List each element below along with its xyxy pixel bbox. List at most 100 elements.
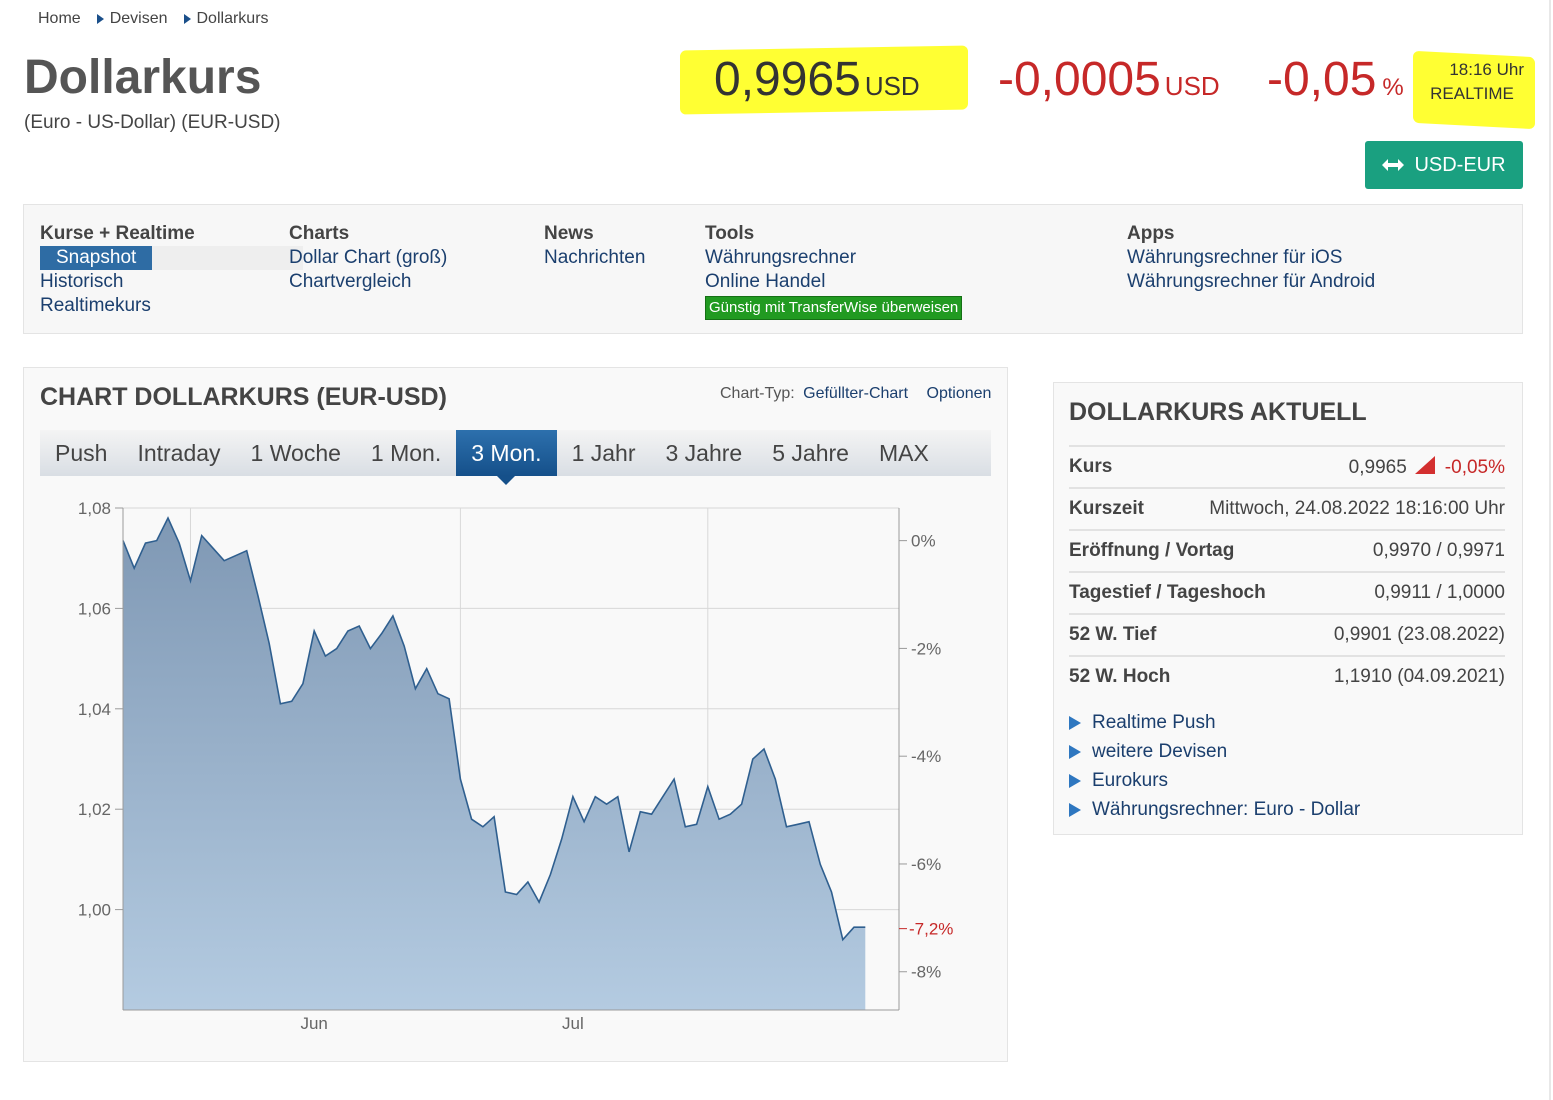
tab-5-jahre[interactable]: 5 Jahre [757, 430, 864, 476]
tab-1-woche[interactable]: 1 Woche [236, 430, 356, 476]
table-row: Kurszeit Mittwoch, 24.08.2022 18:16:00 U… [1069, 487, 1505, 529]
current-price: 0,9965 USD [714, 52, 920, 107]
table-row: 52 W. Hoch 1,1910 (04.09.2021) [1069, 655, 1505, 697]
chart-type-link[interactable]: Gefüllter-Chart [803, 385, 908, 402]
chart-title: CHART DOLLARKURS (EUR-USD) [40, 383, 447, 411]
side-links: Realtime Push weitere Devisen Eurokurs W… [1069, 708, 1360, 824]
breadcrumb: Home Devisen Dollarkurs [38, 10, 269, 28]
link-weitere-devisen[interactable]: weitere Devisen [1069, 737, 1360, 766]
tab-max[interactable]: MAX [864, 430, 944, 476]
right-tick-label: -6% [911, 855, 941, 874]
nav-head-charts: Charts [289, 223, 350, 244]
series-area [123, 518, 866, 1010]
y-tick-label: 1,06 [78, 599, 111, 618]
link-label: Währungsrechner: Euro - Dollar [1092, 799, 1361, 820]
quote-table: Kurs 0,9965 -0,05% Kurszeit Mittwoch, 24.… [1069, 445, 1505, 697]
change-unit: USD [1164, 71, 1220, 101]
chart-range-tabs: Push Intraday 1 Woche 1 Mon. 3 Mon. 1 Ja… [40, 430, 991, 485]
right-tick-label: -2% [911, 639, 941, 658]
link-label: Eurokurs [1092, 770, 1169, 791]
nav-head-tools: Tools [705, 223, 755, 244]
row-value: 0,9965 [1348, 456, 1407, 478]
nav-item-ios-app[interactable]: Währungsrechner für iOS [1127, 246, 1375, 270]
link-label: Realtime Push [1092, 712, 1216, 733]
chart-options-link[interactable]: Optionen [927, 385, 992, 402]
usd-eur-label: USD-EUR [1414, 153, 1506, 176]
nav-item-chartvergleich[interactable]: Chartvergleich [289, 270, 447, 294]
window-edge [1549, 0, 1551, 1100]
page-subtitle: (Euro - US-Dollar) (EUR-USD) [24, 112, 281, 133]
tab-intraday[interactable]: Intraday [122, 430, 235, 476]
row-value-group: 0,9965 -0,05% [1348, 455, 1505, 479]
tab-3-jahre[interactable]: 3 Jahre [651, 430, 758, 476]
realtime-label: REALTIME [1430, 84, 1514, 103]
row-key: Kurs [1069, 456, 1113, 477]
price-value: 0,9965 [714, 53, 861, 106]
nav-head-news: News [544, 223, 594, 244]
tab-push[interactable]: Push [40, 430, 122, 476]
nav-item-historisch[interactable]: Historisch [40, 270, 195, 294]
usd-eur-button[interactable]: USD-EUR [1365, 141, 1523, 189]
y-tick-label: 1,08 [78, 499, 111, 518]
table-row: Kurs 0,9965 -0,05% [1069, 445, 1505, 487]
nav-item-realtimekurs[interactable]: Realtimekurs [40, 294, 195, 318]
row-value: 1,1910 (04.09.2021) [1333, 666, 1505, 687]
nav-head-kurse: Kurse + Realtime [40, 223, 195, 244]
play-bullet-icon [1069, 773, 1081, 788]
nav-item-online-handel[interactable]: Online Handel [705, 270, 962, 294]
right-tick-label: -8% [911, 963, 941, 982]
row-value: 0,9970 / 0,9971 [1372, 540, 1505, 561]
breadcrumb-arrow-icon [96, 14, 104, 24]
y-tick-label: 1,00 [78, 901, 111, 920]
play-bullet-icon [1069, 744, 1081, 759]
tab-3-mon[interactable]: 3 Mon. [456, 430, 557, 485]
row-value: 0,9901 (23.08.2022) [1333, 624, 1505, 645]
row-key: Eröffnung / Vortag [1069, 540, 1235, 561]
price-change-percent: -0,05 % [1267, 52, 1404, 107]
nav-col-news: News Nachrichten [544, 222, 645, 270]
table-row: Tagestief / Tageshoch 0,9911 / 1,0000 [1069, 571, 1505, 613]
tab-1-mon[interactable]: 1 Mon. [356, 430, 456, 476]
pct-unit: % [1382, 74, 1404, 101]
table-row: Eröffnung / Vortag 0,9970 / 0,9971 [1069, 529, 1505, 571]
link-realtime-push[interactable]: Realtime Push [1069, 708, 1360, 737]
nav-item-nachrichten[interactable]: Nachrichten [544, 246, 645, 270]
price-time: 18:16 Uhr [1449, 60, 1524, 79]
nav-col-kurse: Kurse + Realtime Snapshot Historisch Rea… [40, 222, 195, 318]
nav-item-waehrungsrechner[interactable]: Währungsrechner [705, 246, 962, 270]
current-marker-label: -7,2% [909, 920, 953, 939]
breadcrumb-home[interactable]: Home [38, 10, 81, 28]
breadcrumb-devisen[interactable]: Devisen [110, 10, 168, 28]
nav-col-charts: Charts Dollar Chart (groß) Chartvergleic… [289, 222, 447, 294]
transferwise-badge[interactable]: Günstig mit TransferWise überweisen [705, 296, 963, 320]
play-bullet-icon [1069, 802, 1081, 817]
link-waehrungsrechner-euro-dollar[interactable]: Währungsrechner: Euro - Dollar [1069, 795, 1360, 824]
breadcrumb-dollarkurs[interactable]: Dollarkurs [197, 10, 269, 28]
table-row: 52 W. Tief 0,9901 (23.08.2022) [1069, 613, 1505, 655]
breadcrumb-arrow-icon [183, 14, 191, 24]
link-eurokurs[interactable]: Eurokurs [1069, 766, 1360, 795]
x-tick-label: Jul [562, 1014, 584, 1033]
right-tick-label: 0% [911, 532, 936, 551]
price-change: -0,0005 USD [998, 52, 1220, 107]
tab-1-jahr[interactable]: 1 Jahr [557, 430, 651, 476]
chart-type-label: Chart-Typ: [720, 385, 795, 402]
x-tick-label: Jun [300, 1014, 327, 1033]
trend-down-icon [1414, 455, 1435, 474]
nav-col-tools: Tools Währungsrechner Online Handel Güns… [705, 222, 963, 320]
row-key: 52 W. Tief [1069, 624, 1157, 645]
right-tick-label: -4% [911, 747, 941, 766]
side-title: DOLLARKURS AKTUELL [1069, 398, 1367, 426]
row-key: Tagestief / Tageshoch [1069, 582, 1266, 603]
row-key: Kurszeit [1069, 498, 1144, 519]
row-value: 0,9911 / 1,0000 [1374, 582, 1505, 603]
nav-item-android-app[interactable]: Währungsrechner für Android [1127, 270, 1375, 294]
nav-item-dollar-chart[interactable]: Dollar Chart (groß) [289, 246, 447, 270]
row-change: -0,05% [1444, 456, 1505, 478]
row-value: Mittwoch, 24.08.2022 18:16:00 Uhr [1209, 498, 1505, 519]
row-key: 52 W. Hoch [1069, 666, 1171, 687]
nav-item-snapshot[interactable]: Snapshot [40, 246, 152, 270]
y-tick-label: 1,04 [78, 700, 111, 719]
y-tick-label: 1,02 [78, 800, 111, 819]
swap-arrows-icon [1382, 159, 1405, 171]
